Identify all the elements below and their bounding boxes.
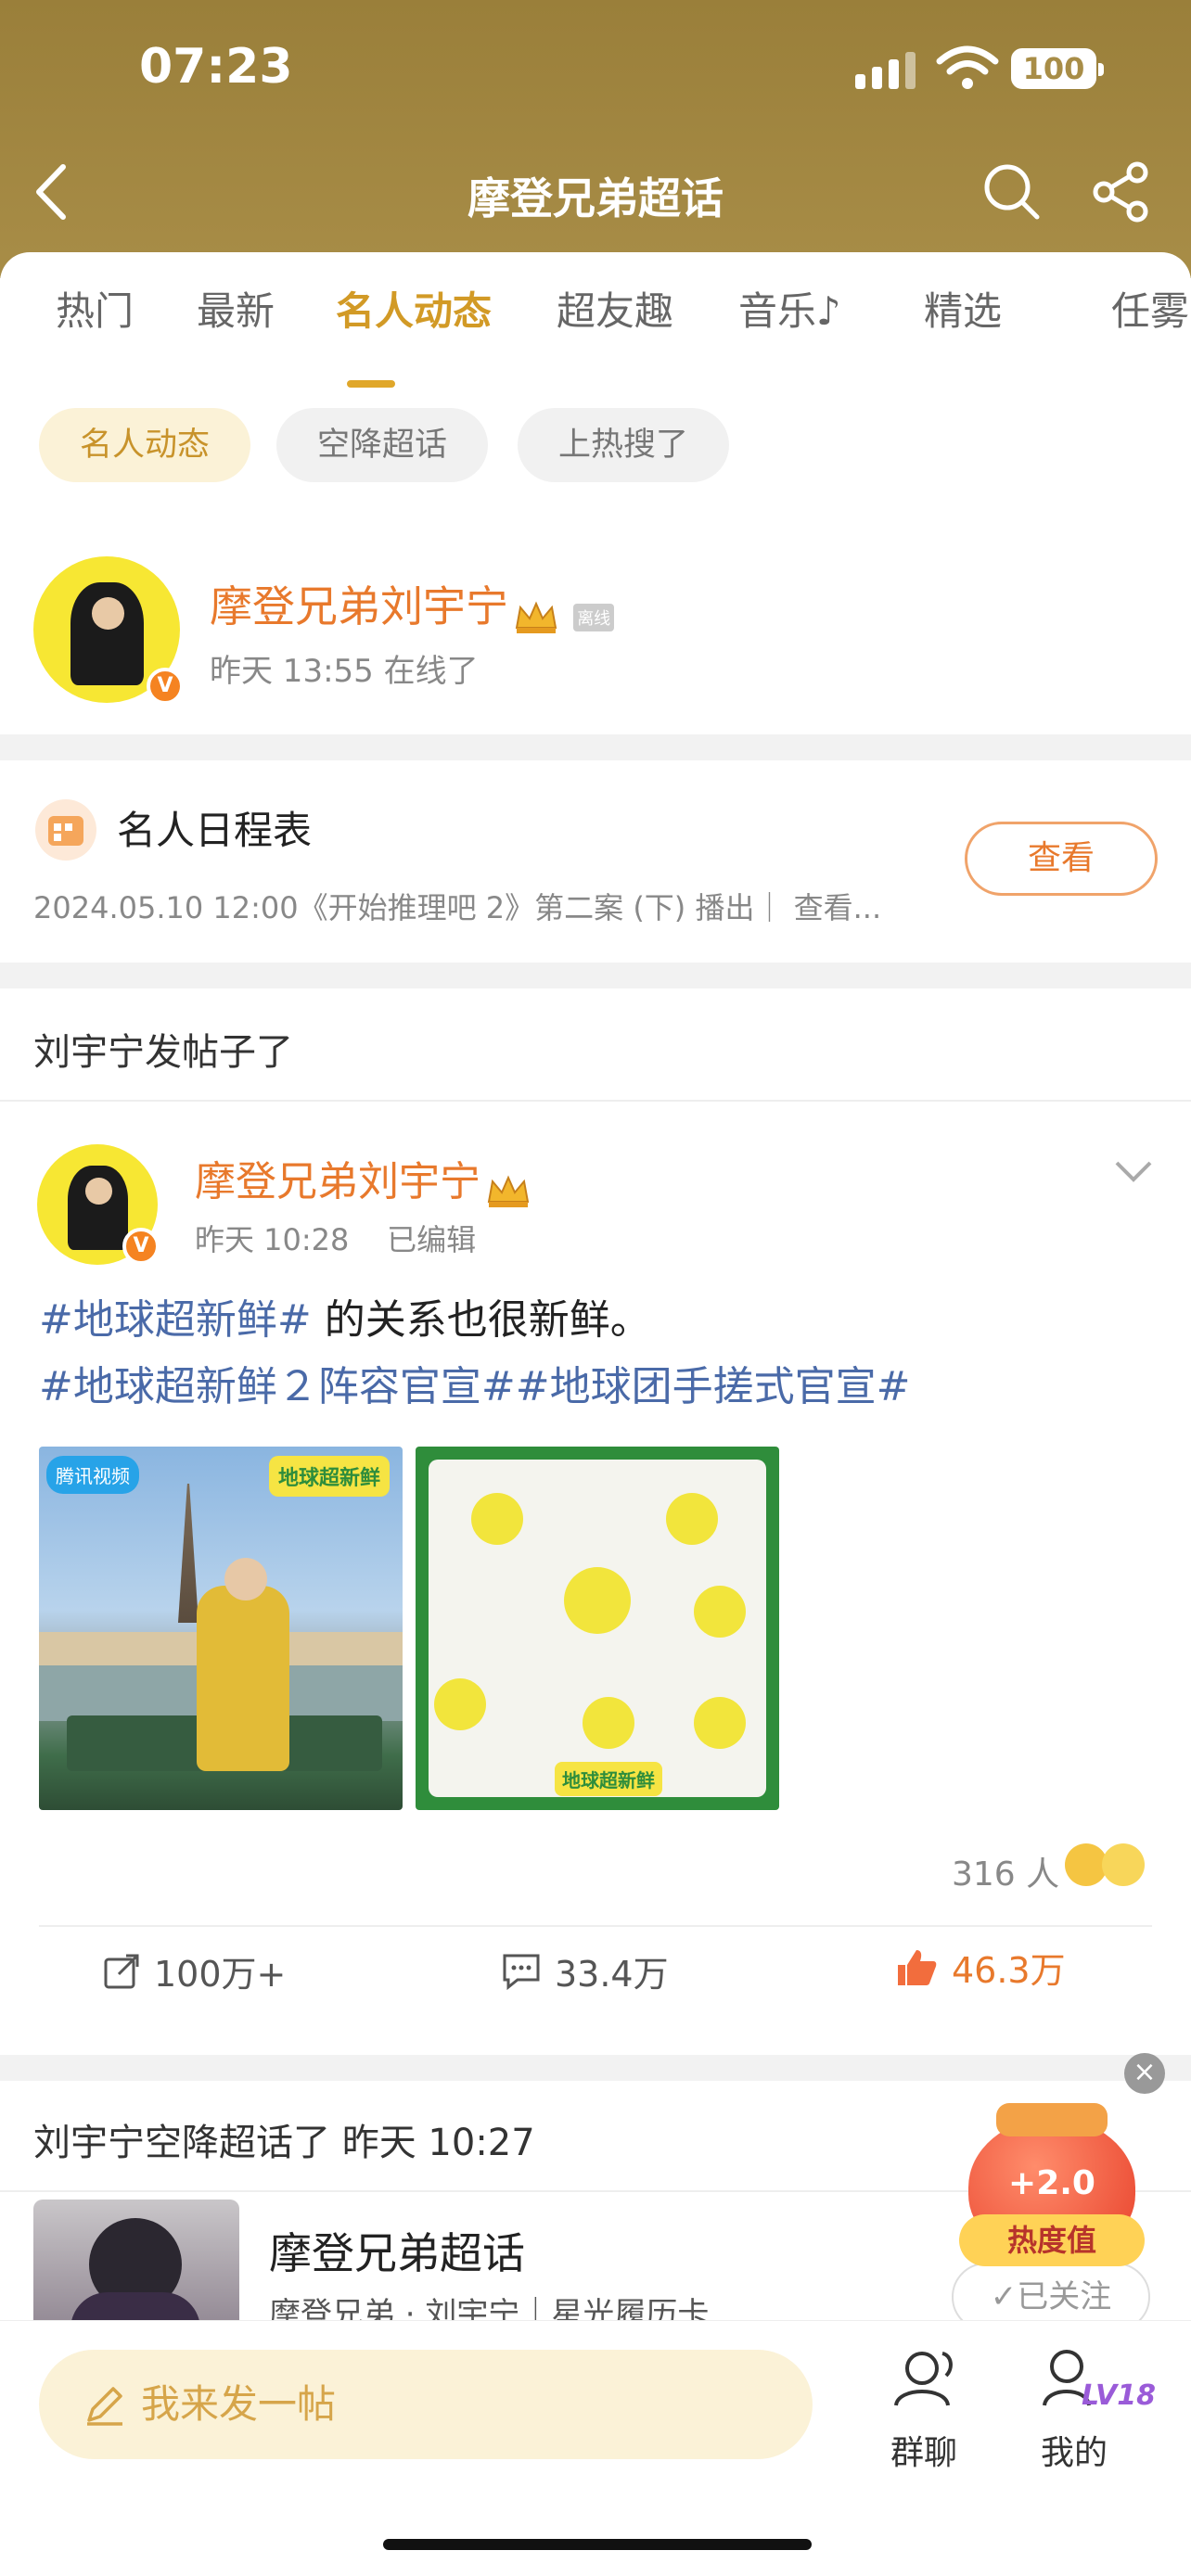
- divider: [0, 2055, 1191, 2081]
- divider: [0, 734, 1191, 760]
- close-icon[interactable]: ×: [1124, 2053, 1165, 2094]
- online-status: 昨天 13:55 在线了: [210, 653, 479, 690]
- repost-count: 100万+: [154, 1954, 287, 1995]
- divider: [0, 963, 1191, 988]
- supertopic-sub: 摩登兄弟 · 刘宇宁｜星光履历卡 ...: [269, 2296, 749, 2320]
- reactions-count[interactable]: 316 人: [952, 1847, 1059, 1895]
- header-bar: 07:23 100 摩登兄弟超话: [0, 0, 1191, 278]
- supertopic-name[interactable]: 摩登兄弟超话: [269, 2220, 525, 2281]
- tab-tasks[interactable]: 任雾: [1111, 280, 1189, 337]
- group-chat-icon[interactable]: [887, 2346, 965, 2411]
- tab-featured[interactable]: 精选: [924, 280, 1002, 337]
- schedule-detail[interactable]: 2024.05.10 12:00《开始推理吧 2》第二案 (下) 播出｜ 查看.…: [33, 885, 942, 927]
- supertopic-cover[interactable]: [33, 2200, 239, 2320]
- show-logo: 地球超新鲜: [269, 1456, 391, 1497]
- post-body: 的关系也很新鲜。: [311, 1296, 651, 1344]
- emoji-icon: [1102, 1843, 1145, 1886]
- tab-celebrity[interactable]: 名人动态: [336, 280, 492, 337]
- verified-badge: V: [122, 1228, 160, 1265]
- heat-value: +2.0: [1008, 2164, 1095, 2202]
- celebrity-name[interactable]: 摩登兄弟刘宇宁: [210, 581, 508, 631]
- group-chat-label[interactable]: 群聊: [890, 2426, 957, 2474]
- post-image-2[interactable]: 地球超新鲜: [416, 1447, 779, 1810]
- chip-trending[interactable]: 上热搜了: [518, 408, 729, 482]
- chevron-down-icon[interactable]: [1113, 1157, 1154, 1185]
- comment-count: 33.4万: [555, 1954, 669, 1995]
- post-text: #地球超新鲜# 的关系也很新鲜。 #地球超新鲜２阵容官宣##地球团手搓式官宣#: [39, 1287, 1152, 1421]
- post-image-1[interactable]: 腾讯视频 地球超新鲜: [39, 1447, 403, 1810]
- share-icon[interactable]: [1091, 161, 1152, 223]
- show-logo: 地球超新鲜: [555, 1762, 662, 1796]
- repost-icon: [104, 1954, 139, 1988]
- tab-underline: [347, 380, 395, 388]
- tab-latest[interactable]: 最新: [197, 280, 275, 337]
- repost-button[interactable]: 100万+: [102, 1945, 286, 1996]
- comment-button[interactable]: 33.4万: [501, 1945, 669, 1996]
- mine-label[interactable]: 我的: [1041, 2426, 1108, 2474]
- schedule-title: 名人日程表: [117, 808, 313, 853]
- search-icon[interactable]: [981, 161, 1043, 223]
- post-edited: 已编辑: [387, 1222, 477, 1257]
- crown-icon: [515, 601, 557, 633]
- status-time: 07:23: [139, 39, 293, 95]
- thumbs-up-icon: [898, 1949, 937, 1985]
- hashtag-link[interactable]: #地球超新鲜２阵容官宣#: [39, 1363, 516, 1410]
- crown-icon: [487, 1175, 530, 1207]
- post-time: 昨天 10:28: [195, 1222, 350, 1257]
- offline-badge: 离线: [573, 603, 615, 631]
- section-posted-title: 刘宇宁发帖子了: [33, 1031, 293, 1074]
- calendar-icon: [35, 799, 96, 861]
- verified-badge: V: [147, 668, 184, 705]
- celebrity-name-row: 摩登兄弟刘宇宁 离线: [210, 573, 615, 635]
- view-schedule-button[interactable]: 查看: [965, 822, 1158, 896]
- heat-label: 热度值: [959, 2214, 1145, 2266]
- divider: [0, 1100, 1191, 1102]
- like-count: 46.3万: [952, 1950, 1066, 1991]
- main-content: 热门 最新 名人动态 超友趣 音乐♪ 精选 任雾 名人动态 空降超话 上热搜了 …: [0, 252, 1191, 2320]
- level-badge: LV18: [1082, 2379, 1156, 2412]
- divider: [39, 1925, 1152, 1927]
- chip-celebrity[interactable]: 名人动态: [39, 408, 250, 482]
- chip-airdrop[interactable]: 空降超话: [276, 408, 488, 482]
- hashtag-link[interactable]: #地球超新鲜#: [39, 1296, 312, 1344]
- create-post-input[interactable]: 我来发一帖: [39, 2350, 813, 2459]
- like-button[interactable]: 46.3万: [894, 1942, 1066, 1993]
- battery-icon: 100: [1011, 48, 1104, 89]
- heat-popup[interactable]: +2.0 热度值: [941, 2090, 1163, 2276]
- post-author-row: 摩登兄弟刘宇宁: [195, 1148, 531, 1209]
- tab-fun[interactable]: 超友趣: [557, 280, 673, 337]
- post-author-name[interactable]: 摩登兄弟刘宇宁: [195, 1158, 480, 1205]
- pencil-icon: [87, 2387, 122, 2426]
- section-airdrop-title: 刘宇宁空降超话了 昨天 10:27: [33, 2122, 535, 2164]
- video-watermark: 腾讯视频: [46, 1456, 139, 1494]
- hashtag-link[interactable]: #地球团手搓式官宣#: [516, 1363, 911, 1410]
- tab-music[interactable]: 音乐♪: [738, 280, 841, 337]
- post-meta: 昨天 10:28 已编辑: [195, 1217, 476, 1259]
- wifi-icon: [936, 45, 999, 89]
- signal-icon: [855, 48, 916, 89]
- comment-icon: [503, 1954, 540, 1990]
- tab-hot[interactable]: 热门: [56, 280, 134, 337]
- home-indicator: [383, 2539, 812, 2550]
- tab-bar: 热门 最新 名人动态 超友趣 音乐♪ 精选 任雾: [0, 280, 1191, 388]
